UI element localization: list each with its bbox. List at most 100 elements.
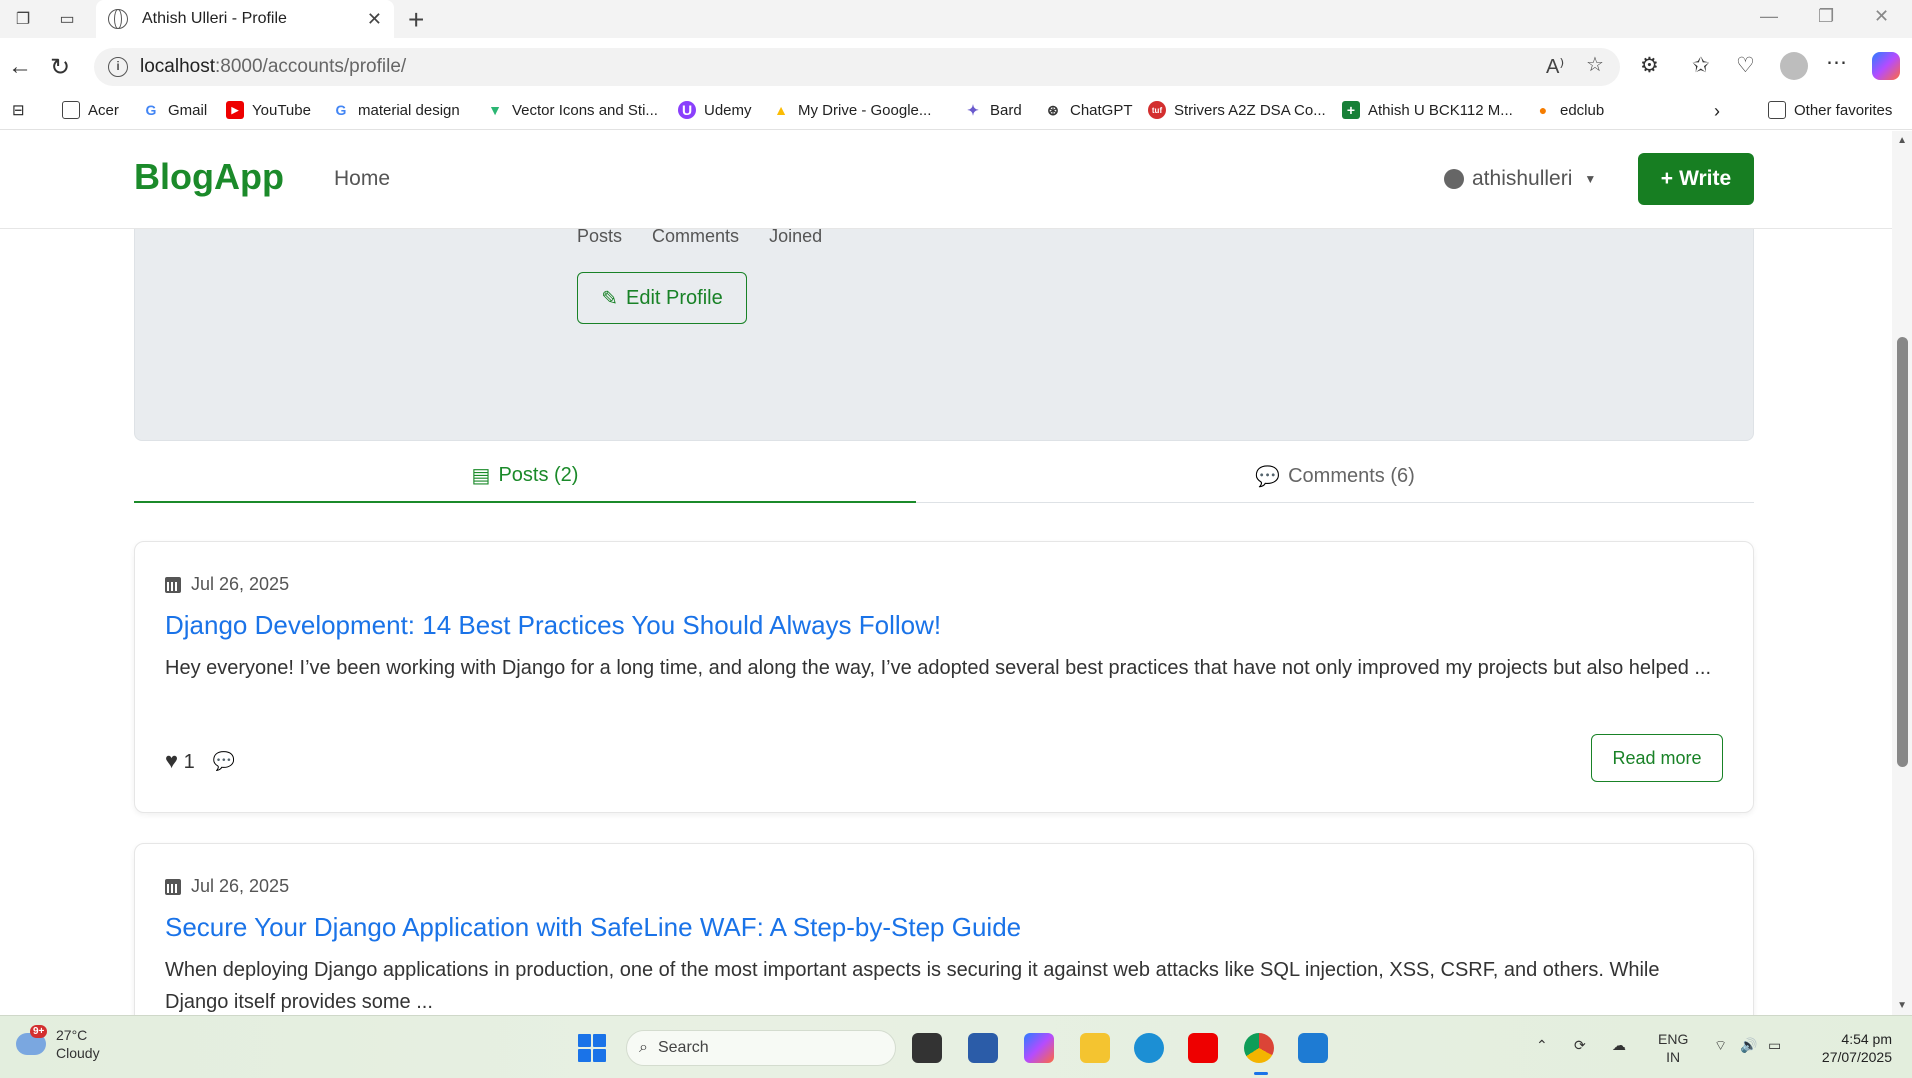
reload-button[interactable]: ↻ [50, 53, 70, 82]
browser-essentials-icon[interactable]: ♡ [1736, 53, 1755, 78]
profile-tabs: ▤ Posts (2) 💬 Comments (6) [134, 449, 1754, 503]
tab-comments[interactable]: 💬 Comments (6) [916, 449, 1754, 503]
calendar-icon [165, 878, 181, 895]
collections-icon[interactable]: ⊟ [12, 101, 25, 119]
brand-logo[interactable]: BlogApp [134, 156, 284, 198]
bookmark-edclub[interactable]: ● edclub [1534, 101, 1604, 119]
post-title-link[interactable]: Django Development: 14 Best Practices Yo… [165, 610, 941, 641]
bookmark-udemy[interactable]: U Udemy [678, 101, 752, 119]
cloud-sync-icon[interactable]: ☁ [1612, 1036, 1626, 1054]
google-icon: G [145, 102, 157, 118]
youtube-icon: ▶ [226, 101, 244, 119]
bookmark-material-design[interactable]: Gmaterial design [332, 101, 460, 119]
heart-icon: ♥ [165, 748, 179, 773]
volume-icon[interactable]: 🔊 [1740, 1036, 1757, 1054]
scroll-up-arrow-icon[interactable]: ▲ [1897, 135, 1907, 146]
back-button[interactable]: ← [8, 53, 32, 81]
vertical-tabs-icon[interactable]: ▭ [56, 8, 78, 30]
restore-button[interactable]: ❐ [1818, 6, 1834, 27]
file-explorer-icon[interactable] [1080, 1033, 1110, 1063]
profile-avatar[interactable] [1780, 52, 1808, 80]
profile-stats: Posts Comments Joined [577, 226, 822, 247]
taskbar-search[interactable]: ⌕ Search [626, 1030, 896, 1066]
window-close-button[interactable]: ✕ [1874, 6, 1889, 27]
post-title-link[interactable]: Secure Your Django Application with Safe… [165, 912, 1021, 943]
workspaces-icon[interactable]: ❐ [12, 8, 34, 30]
battery-icon[interactable]: ▭ [1768, 1036, 1781, 1054]
store-icon[interactable] [968, 1033, 998, 1063]
wifi-icon[interactable]: ⌔ [1714, 1036, 1727, 1054]
start-button[interactable] [578, 1034, 606, 1062]
scroll-down-arrow-icon[interactable]: ▼ [1897, 1000, 1907, 1011]
weather-widget[interactable]: 9+ 27°C Cloudy [16, 1025, 100, 1062]
stat-posts-label: Posts [577, 226, 623, 246]
tray-chevron-up-icon[interactable]: ⌃ [1536, 1036, 1548, 1054]
bookmark-strivers[interactable]: tuf Strivers A2Z DSA Co... [1148, 101, 1326, 119]
bookmark-gmail[interactable]: G Gmail [142, 101, 208, 119]
scrollbar-thumb[interactable] [1897, 337, 1908, 767]
udemy-icon: U [678, 101, 696, 119]
extensions-icon[interactable]: ⚙ [1640, 53, 1659, 78]
chrome-icon[interactable] [1244, 1033, 1274, 1063]
bookmark-vector-icons[interactable]: ▼ Vector Icons and Sti... [486, 101, 658, 119]
post-card: Jul 26, 2025 Secure Your Django Applicat… [134, 843, 1754, 1015]
browser-tab-active[interactable]: Athish Ulleri - Profile ✕ [96, 0, 394, 38]
newspaper-icon: ▤ [471, 464, 491, 487]
weather-condition: Cloudy [56, 1045, 100, 1061]
notification-badge: 9+ [30, 1025, 48, 1038]
more-menu-icon[interactable]: ⋯ [1826, 50, 1847, 75]
chatgpt-icon: ⊛ [1047, 101, 1059, 118]
bookmark-drive[interactable]: ▲ My Drive - Google... [772, 101, 931, 119]
bookmarks-bar: ⊟ Acer G Gmail ▶ YouTube Gmaterial design … [0, 96, 1912, 130]
bookmark-athish-sheet[interactable]: + Athish U BCK112 M... [1342, 101, 1513, 119]
language-indicator[interactable]: ENG IN [1658, 1030, 1688, 1066]
like-button[interactable]: ♥ 1 [165, 748, 195, 774]
close-tab-icon[interactable]: ✕ [367, 9, 382, 30]
sheets-icon: + [1342, 101, 1360, 119]
address-bar[interactable]: i localhost:8000/accounts/profile/ [94, 48, 1620, 86]
active-app-indicator [1254, 1072, 1268, 1075]
comment-bubble-icon[interactable]: 💬 [213, 751, 235, 772]
temperature: 27°C [56, 1027, 88, 1043]
favorite-star-icon[interactable]: ☆ [1586, 52, 1604, 77]
browser-toolbar: ← ↻ i localhost:8000/accounts/profile/ A… [0, 38, 1912, 96]
drive-icon: ▲ [774, 102, 788, 118]
new-tab-button[interactable]: + [408, 4, 424, 36]
bookmark-bard[interactable]: ✦ Bard [964, 101, 1022, 119]
bookmark-youtube[interactable]: ▶ YouTube [226, 101, 311, 119]
read-more-button[interactable]: Read more [1591, 734, 1723, 782]
other-favorites[interactable]: Other favorites [1768, 101, 1892, 119]
page-scrollbar[interactable]: ▲ ▼ [1892, 131, 1912, 1015]
tab-title: Athish Ulleri - Profile [142, 10, 287, 27]
bookmark-acer[interactable]: Acer [62, 101, 119, 119]
like-count: 1 [183, 751, 195, 773]
task-view-icon[interactable] [912, 1033, 942, 1063]
read-aloud-icon[interactable]: A⁾ [1546, 54, 1564, 79]
favorites-icon[interactable]: ✩ [1692, 53, 1710, 78]
vscode-icon[interactable] [1298, 1033, 1328, 1063]
tuf-icon: tuf [1148, 101, 1166, 119]
plus-icon: + [1660, 167, 1674, 190]
system-clock[interactable]: 4:54 pm 27/07/2025 [1822, 1030, 1892, 1066]
cloud-icon: 9+ [16, 1025, 48, 1055]
user-dropdown[interactable]: athishulleri ▼ [1444, 167, 1596, 191]
bookmark-chatgpt[interactable]: ⊛ ChatGPT [1044, 101, 1132, 119]
username-label: athishulleri [1472, 167, 1573, 190]
site-info-icon[interactable]: i [108, 57, 128, 77]
tab-posts[interactable]: ▤ Posts (2) [134, 449, 916, 503]
minimize-button[interactable]: — [1760, 6, 1778, 27]
edit-profile-button[interactable]: ✎ Edit Profile [577, 272, 747, 324]
folder-icon [62, 101, 80, 119]
edge-icon[interactable] [1134, 1033, 1164, 1063]
vector-icon: ▼ [488, 102, 502, 118]
edclub-icon: ● [1538, 102, 1548, 118]
nav-home-link[interactable]: Home [334, 167, 390, 191]
write-button[interactable]: + Write [1638, 153, 1754, 205]
sync-icon[interactable]: ⟳ [1574, 1036, 1586, 1054]
copilot-icon[interactable] [1872, 52, 1900, 80]
youtube-app-icon[interactable] [1188, 1033, 1218, 1063]
copilot-app-icon[interactable] [1024, 1033, 1054, 1063]
post-date: Jul 26, 2025 [165, 876, 289, 897]
globe-icon [108, 9, 128, 29]
more-bookmarks-chevron-icon[interactable]: › [1714, 101, 1720, 122]
